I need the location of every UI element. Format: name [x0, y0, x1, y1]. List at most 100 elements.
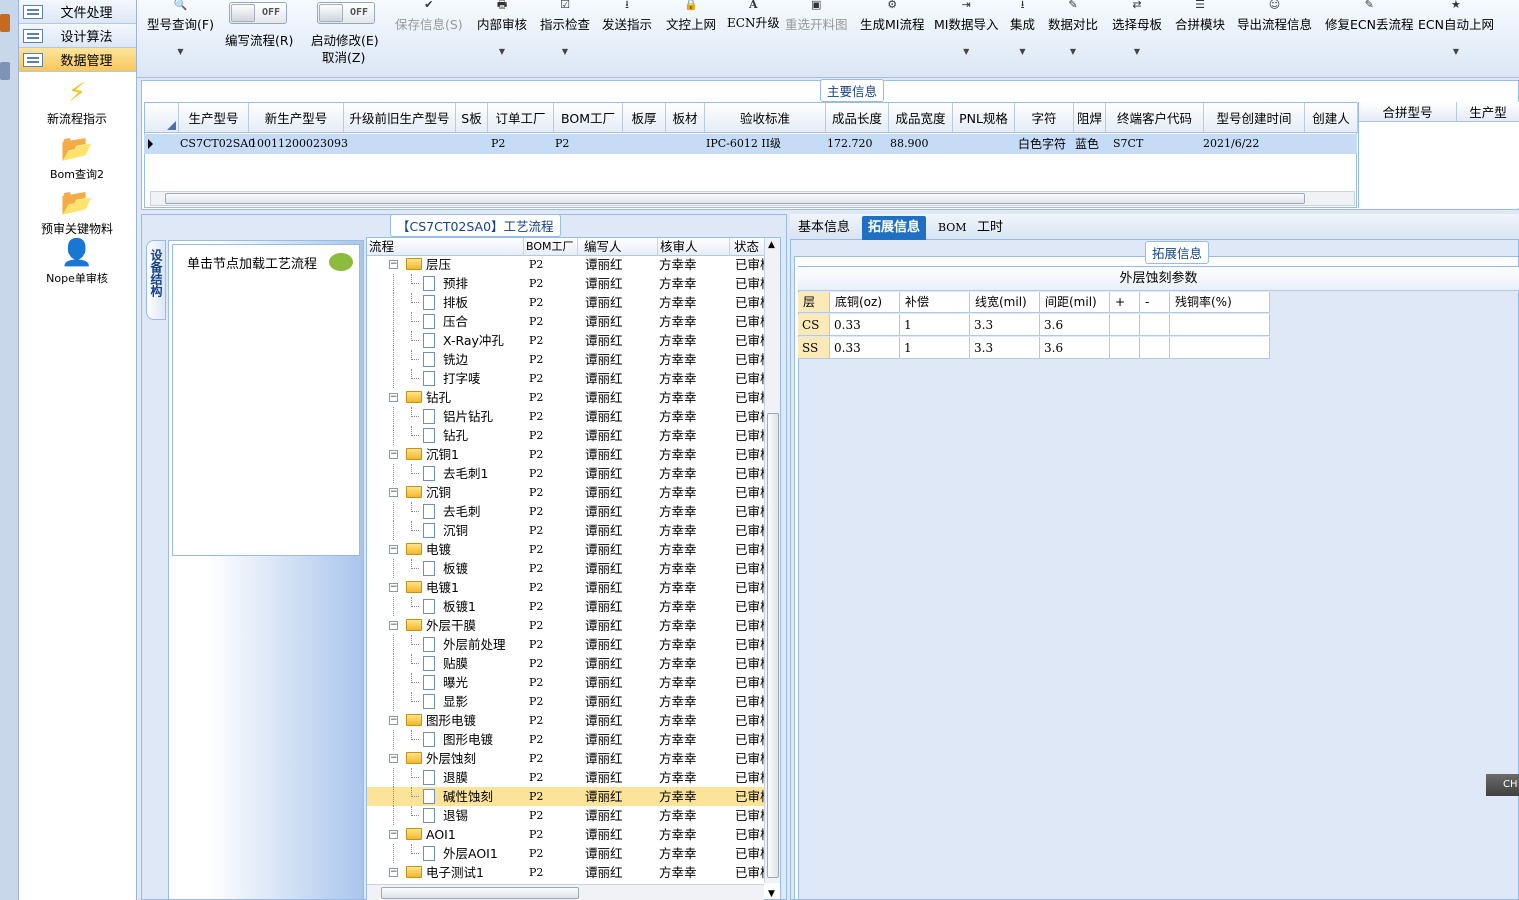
nav-item-new-flow[interactable]: ⚡ 新流程指示	[19, 78, 135, 127]
vertical-scrollbar[interactable]: ▲ ▼	[764, 238, 780, 899]
param-cell[interactable]	[1110, 337, 1140, 359]
scroll-thumb[interactable]	[767, 413, 779, 878]
flow-tree-row[interactable]: 退膜 P2 谭丽红 方幸幸 已审核	[367, 768, 765, 787]
collapse-icon[interactable]: −	[389, 830, 398, 839]
flow-tree-row[interactable]: 铝片钻孔 P2 谭丽红 方幸幸 已审核	[367, 407, 765, 426]
data-compare-button[interactable]: ✎ 数据对比 ▼	[1048, 0, 1098, 56]
scroll-thumb[interactable]	[165, 193, 1305, 204]
save-button[interactable]: ✔ 保存信息(S)	[395, 0, 463, 33]
flow-tree-row[interactable]: 退锡 P2 谭丽红 方幸幸 已审核	[367, 806, 765, 825]
cancel-button[interactable]: 取消(Z)	[322, 47, 365, 66]
nav-item-bom-query[interactable]: 📂 Bom查询2	[19, 134, 135, 182]
collapse-icon[interactable]: −	[389, 716, 398, 725]
flow-tree-row[interactable]: − 沉铜1 P2 谭丽红 方幸幸 已审核	[367, 445, 765, 464]
column-header[interactable]: 线宽(mil)	[970, 292, 1040, 313]
param-cell[interactable]: 1	[900, 314, 970, 336]
flow-tree-row[interactable]: 曝光 P2 谭丽红 方幸幸 已审核	[367, 673, 765, 692]
flow-tree-row[interactable]: − 层压 P2 谭丽红 方幸幸 已审核	[367, 255, 765, 274]
nav-menu-design[interactable]: 设计算法	[19, 24, 136, 48]
column-header[interactable]: PNL规格	[953, 103, 1015, 133]
flow-tree-row[interactable]: − 外层干膜 P2 谭丽红 方幸幸 已审核	[367, 616, 765, 635]
tab-extended-info[interactable]: 拓展信息	[862, 216, 927, 240]
column-header[interactable]: 验收标准	[705, 103, 826, 133]
mi-import-button[interactable]: ⇥ MI数据导入 ▼	[934, 0, 998, 56]
column-header[interactable]: 流程	[367, 238, 524, 256]
param-cell[interactable]: 3.3	[970, 314, 1040, 336]
merge-module-button[interactable]: ☰ 合拼模块	[1175, 0, 1225, 33]
column-header[interactable]: 补偿	[900, 292, 970, 313]
start-edit-toggle[interactable]: OFF	[317, 2, 375, 24]
param-cell[interactable]	[1140, 337, 1170, 359]
flow-tree-row[interactable]: − 图形电镀 P2 谭丽红 方幸幸 已审核	[367, 711, 765, 730]
layer-cell[interactable]: SS	[798, 337, 830, 359]
column-header[interactable]: 底铜(oz)	[830, 292, 900, 313]
collapse-icon[interactable]: −	[389, 488, 398, 497]
param-cell[interactable]: 1	[900, 337, 970, 359]
column-header[interactable]: 成品宽度	[889, 103, 953, 133]
scroll-thumb[interactable]	[381, 887, 579, 899]
column-header[interactable]: 成品长度	[826, 103, 889, 133]
horizontal-scrollbar[interactable]	[150, 191, 1355, 206]
column-header[interactable]: BOM工厂	[524, 238, 578, 256]
flow-tree-row[interactable]: 打字唛 P2 谭丽红 方幸幸 已审核	[367, 369, 765, 388]
flow-tree-row[interactable]: − 沉铜 P2 谭丽红 方幸幸 已审核	[367, 483, 765, 502]
flow-tree-row[interactable]: 板镀1 P2 谭丽红 方幸幸 已审核	[367, 597, 765, 616]
nav-menu-file[interactable]: 文件处理	[19, 0, 136, 24]
nav-item-prereview[interactable]: 📂 预审关键物料	[19, 188, 135, 237]
control-online-button[interactable]: 🔒 文控上网	[666, 0, 716, 33]
flow-tree-row[interactable]: 排板 P2 谭丽红 方幸幸 已审核	[367, 293, 765, 312]
param-cell[interactable]: 3.3	[970, 337, 1040, 359]
column-header[interactable]: 残铜率(%)	[1170, 292, 1270, 313]
reselect-cut-button[interactable]: ▣ 重选开料图	[785, 0, 848, 33]
flow-tree-row[interactable]: − 电子测试1 P2 谭丽红 方幸幸 已审核	[367, 863, 765, 882]
column-header[interactable]: 创建人	[1305, 103, 1358, 133]
collapse-icon[interactable]: −	[389, 393, 398, 402]
tree-horizontal-scrollbar[interactable]	[367, 884, 764, 900]
column-header[interactable]: -	[1140, 292, 1170, 313]
select-mother-button[interactable]: ⇄ 选择母板 ▼	[1112, 0, 1162, 56]
param-cell[interactable]	[1170, 314, 1270, 336]
flow-tree-row[interactable]: 图形电镀 P2 谭丽红 方幸幸 已审核	[367, 730, 765, 749]
edit-flow-toggle[interactable]: OFF	[229, 2, 287, 24]
column-header[interactable]: 订单工厂	[488, 103, 554, 133]
internal-review-button[interactable]: 🖶 内部审核 ▼	[477, 0, 527, 56]
flow-tree-row[interactable]: 板镀 P2 谭丽红 方幸幸 已审核	[367, 559, 765, 578]
nav-menu-data[interactable]: 数据管理	[19, 48, 136, 72]
column-header[interactable]: 板材	[666, 103, 705, 133]
flow-tree-row[interactable]: 预排 P2 谭丽红 方幸幸 已审核	[367, 274, 765, 293]
flow-tree-row[interactable]: − 电镀1 P2 谭丽红 方幸幸 已审核	[367, 578, 765, 597]
flow-tree-row[interactable]: − 电镀 P2 谭丽红 方幸幸 已审核	[367, 540, 765, 559]
collapse-icon[interactable]: −	[389, 260, 398, 269]
collapse-icon[interactable]: −	[389, 545, 398, 554]
param-cell[interactable]: 0.33	[830, 337, 900, 359]
flow-tree-row[interactable]: 外层AOI1 P2 谭丽红 方幸幸 已审核	[367, 844, 765, 863]
column-header[interactable]: 核审人	[658, 238, 730, 256]
device-structure-tab[interactable]: 设备结构	[146, 240, 166, 320]
indicator-check-button[interactable]: ☑ 指示检查 ▼	[540, 0, 590, 56]
flow-tree-row[interactable]: 铣边 P2 谭丽红 方幸幸 已审核	[367, 350, 765, 369]
tab-basic-info[interactable]: 基本信息	[792, 216, 856, 240]
flow-tree-row[interactable]: 压合 P2 谭丽红 方幸幸 已审核	[367, 312, 765, 331]
generate-mi-button[interactable]: ⚙ 生成MI流程	[860, 0, 924, 33]
tab-work-hours[interactable]: 工时	[971, 216, 1009, 240]
column-header[interactable]: 间距(mil)	[1040, 292, 1110, 313]
ecn-upgrade-button[interactable]: A ECN升级	[727, 0, 779, 31]
column-header[interactable]: 终端客户代码	[1106, 103, 1204, 133]
tab-bom[interactable]: BOM	[932, 216, 973, 240]
fix-ecn-button[interactable]: ✎ 修复ECN丢流程	[1325, 0, 1413, 33]
column-header[interactable]: S板	[456, 103, 488, 133]
collapse-icon[interactable]: −	[389, 621, 398, 630]
param-cell[interactable]: 0.33	[830, 314, 900, 336]
column-header[interactable]: 编写人	[578, 238, 658, 256]
column-header[interactable]: 板厚	[623, 103, 666, 133]
flow-tree-row[interactable]: 沉铜 P2 谭丽红 方幸幸 已审核	[367, 521, 765, 540]
column-header[interactable]: 层	[798, 292, 830, 313]
collapse-icon[interactable]: −	[389, 583, 398, 592]
collapse-icon[interactable]: −	[389, 754, 398, 763]
arrow-down-icon[interactable]: ▼	[768, 889, 775, 899]
collapse-icon[interactable]: −	[389, 868, 398, 877]
column-header[interactable]: 型号创建时间	[1204, 103, 1305, 133]
column-header[interactable]: 生产型	[1457, 102, 1519, 122]
flow-tree-row[interactable]: X-Ray冲孔 P2 谭丽红 方幸幸 已审核	[367, 331, 765, 350]
column-header[interactable]: 升级前旧生产型号	[344, 103, 456, 133]
